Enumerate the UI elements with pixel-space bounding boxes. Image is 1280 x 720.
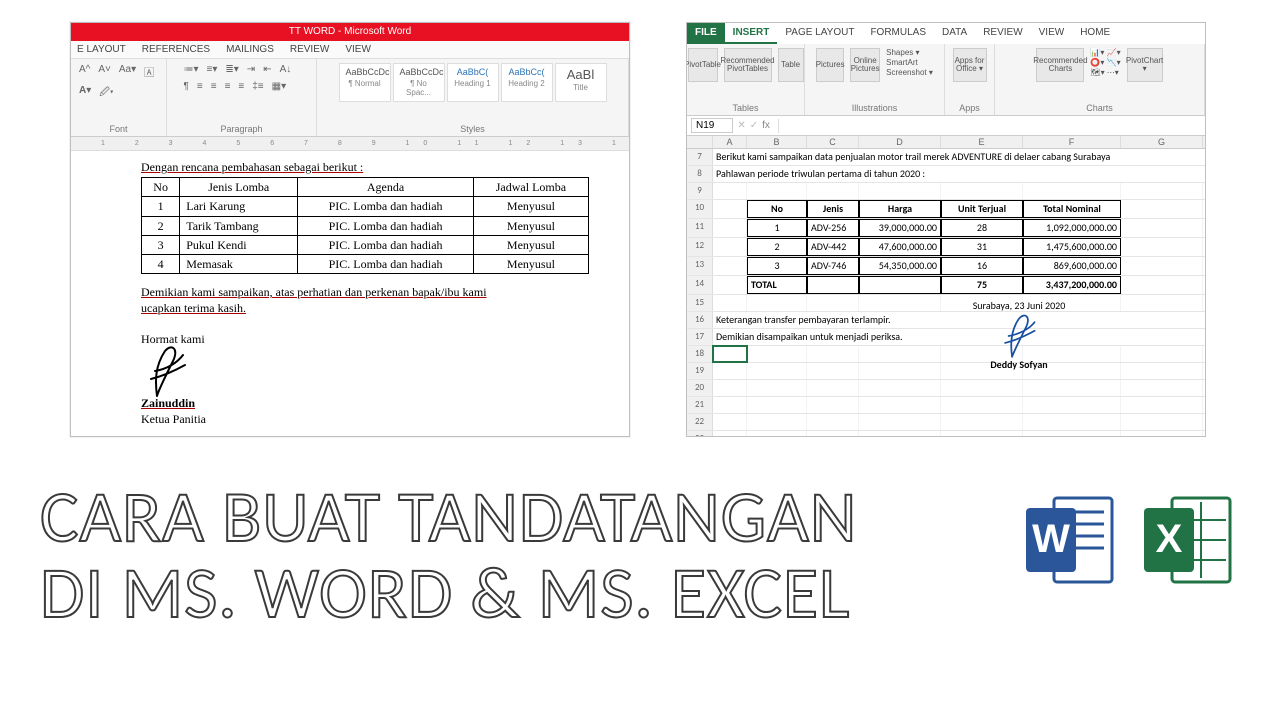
svg-text:W: W (1032, 517, 1070, 561)
word-title-bar: TT WORD - Microsoft Word (71, 23, 629, 41)
formula-bar[interactable] (778, 119, 1201, 133)
pivotchart-button[interactable]: PivotChart ▾ (1127, 48, 1163, 82)
name-box[interactable]: N19 (691, 118, 733, 133)
apps-button[interactable]: Apps for Office ▾ (953, 48, 987, 82)
smartart-button[interactable]: SmartArt (886, 58, 933, 67)
illustrations-group-label: Illustrations (852, 103, 898, 113)
footer-title: CARA BUAT TANDATANGAN DI MS. WORD & MS. … (40, 480, 1010, 631)
shapes-button[interactable]: Shapes ▾ (886, 48, 933, 57)
cancel-icon[interactable]: ✕ (737, 120, 745, 131)
doc-intro: Dengan rencana pembahasan sebagai beriku… (141, 159, 589, 175)
charts-group-label: Charts (1086, 103, 1113, 113)
font-group-icons[interactable]: A^A˅Aa▾🄰 A▾🖉▾ (77, 63, 160, 103)
paragraph-icons[interactable]: ≔▾≡▾≣▾⇥⇤A↓¶ ≡≡≡≡‡≡▦▾ (182, 63, 302, 93)
tab-home[interactable]: HOME (1072, 23, 1118, 44)
word-logo-icon: W (1020, 490, 1120, 590)
sign-name: Zainuddin (141, 395, 589, 411)
excel-signature-block: Surabaya, 23 Juni 2020 Deddy Sofyan (959, 299, 1079, 371)
sign-title: Ketua Panitia (141, 411, 589, 427)
paragraph-label: Paragraph (220, 124, 262, 134)
tab-data[interactable]: DATA (934, 23, 975, 44)
fx-label[interactable]: fx (762, 120, 770, 131)
tab-insert[interactable]: INSERT (725, 23, 778, 44)
word-window: TT WORD - Microsoft Word E LAYOUT REFERE… (70, 22, 630, 437)
apps-group-label: Apps (959, 103, 980, 113)
menu-mailings[interactable]: MAILINGS (226, 44, 274, 55)
tab-pagelayout[interactable]: PAGE LAYOUT (777, 23, 862, 44)
screenshot-button[interactable]: Screenshot ▾ (886, 68, 933, 77)
excel-column-headers[interactable]: ABCDEFGH (687, 136, 1205, 149)
svg-text:X: X (1156, 517, 1183, 561)
excel-window: FILE INSERT PAGE LAYOUT FORMULAS DATA RE… (686, 22, 1206, 437)
word-menu-bar: E LAYOUT REFERENCES MAILINGS REVIEW VIEW (71, 41, 629, 59)
footer-icons: W X (1020, 490, 1238, 590)
excel-tabs: FILE INSERT PAGE LAYOUT FORMULAS DATA RE… (687, 23, 1205, 44)
doc-table: No Jenis Lomba Agenda Jadwal Lomba 1Lari… (141, 177, 589, 274)
table-button[interactable]: Table (778, 48, 804, 82)
excel-logo-icon: X (1138, 490, 1238, 590)
salutation: Hormat kami (141, 331, 589, 347)
word-ruler[interactable]: 1 2 3 4 5 6 7 8 9 10 11 12 13 14 15 16 1… (71, 137, 629, 151)
menu-layout[interactable]: E LAYOUT (77, 44, 126, 55)
pictures-button[interactable]: Pictures (816, 48, 844, 82)
online-pictures-button[interactable]: Online Pictures (850, 48, 880, 82)
text-line2: Pahlawan periode triwulan pertama di tah… (713, 166, 1206, 182)
tab-view[interactable]: VIEW (1031, 23, 1073, 44)
recommended-pivot-button[interactable]: Recommended PivotTables (724, 48, 772, 82)
excel-grid[interactable]: 7Berikut kami sampaikan data penjualan m… (687, 149, 1205, 437)
menu-view[interactable]: VIEW (345, 44, 371, 55)
word-document-area[interactable]: Dengan rencana pembahasan sebagai beriku… (71, 151, 629, 435)
tab-review[interactable]: REVIEW (975, 23, 1030, 44)
doc-closing1: Demikian kami sampaikan, atas perhatian … (141, 284, 589, 300)
menu-review[interactable]: REVIEW (290, 44, 329, 55)
word-ribbon: A^A˅Aa▾🄰 A▾🖉▾ Font ≔▾≡▾≣▾⇥⇤A↓¶ ≡≡≡≡‡≡▦▾ … (71, 59, 629, 137)
sign-name: Deddy Sofyan (959, 358, 1079, 371)
tab-file[interactable]: FILE (687, 23, 725, 44)
signature-icon (137, 341, 197, 401)
tab-formulas[interactable]: FORMULAS (862, 23, 934, 44)
chart-type-icons[interactable]: 📊▾ 📈▾⭕▾ 📉▾🗺▾ ⋯▾ (1090, 48, 1120, 77)
recommended-charts-button[interactable]: Recommended Charts (1036, 48, 1084, 82)
excel-ribbon: PivotTable Recommended PivotTables Table… (687, 44, 1205, 116)
pivottable-button[interactable]: PivotTable (688, 48, 718, 82)
menu-references[interactable]: REFERENCES (142, 44, 210, 55)
excel-namebox-row: N19 ✕ ✓ fx (687, 116, 1205, 136)
tables-group-label: Tables (732, 103, 758, 113)
doc-closing2: ucapkan terima kasih. (141, 300, 589, 316)
sign-place: Surabaya, 23 Juni 2020 (959, 299, 1079, 312)
enter-icon[interactable]: ✓ (750, 120, 758, 131)
font-group-label: Font (109, 124, 127, 134)
text-line1: Berikut kami sampaikan data penjualan mo… (713, 149, 1206, 165)
signature-icon (992, 310, 1046, 362)
styles-label: Styles (460, 124, 485, 134)
styles-gallery[interactable]: AaBbCcDc¶ Normal AaBbCcDc¶ No Spac... Aa… (339, 63, 607, 102)
